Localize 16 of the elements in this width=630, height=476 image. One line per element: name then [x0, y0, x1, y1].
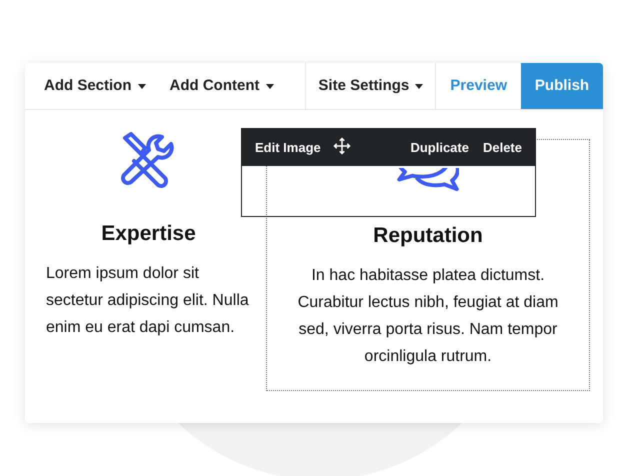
feature-text: Lorem ipsum dolor sit sectetur adipiscing elit. Nulla enim eu erat dapi cumsan. — [46, 264, 250, 338]
feature-title: Expertise — [100, 221, 197, 247]
duplicate-button[interactable]: Duplicate — [410, 138, 469, 158]
edit-image-button[interactable]: Edit Image — [255, 138, 321, 158]
caret-icon — [138, 84, 146, 88]
menu-dropdown[interactable]: Add Section — [44, 74, 146, 98]
move-icon[interactable] — [332, 136, 351, 154]
publish-button[interactable]: Publish — [521, 63, 603, 109]
menu-dropdown[interactable]: Add Content — [170, 74, 274, 98]
caret-icon — [266, 84, 274, 88]
settings-dropdown[interactable]: Site Settings — [305, 63, 436, 109]
chat-icon — [397, 168, 459, 192]
caret-icon — [415, 84, 424, 88]
feature-text: In hac habitasse platea dictumst. Curabitur lectus nibh, feugiat at diam sed, viverra porta risus. Nam tempor orcinligula rutrum. — [296, 266, 560, 367]
delete-button[interactable]: Delete — [482, 138, 522, 158]
feature-title: Reputation — [372, 223, 484, 249]
